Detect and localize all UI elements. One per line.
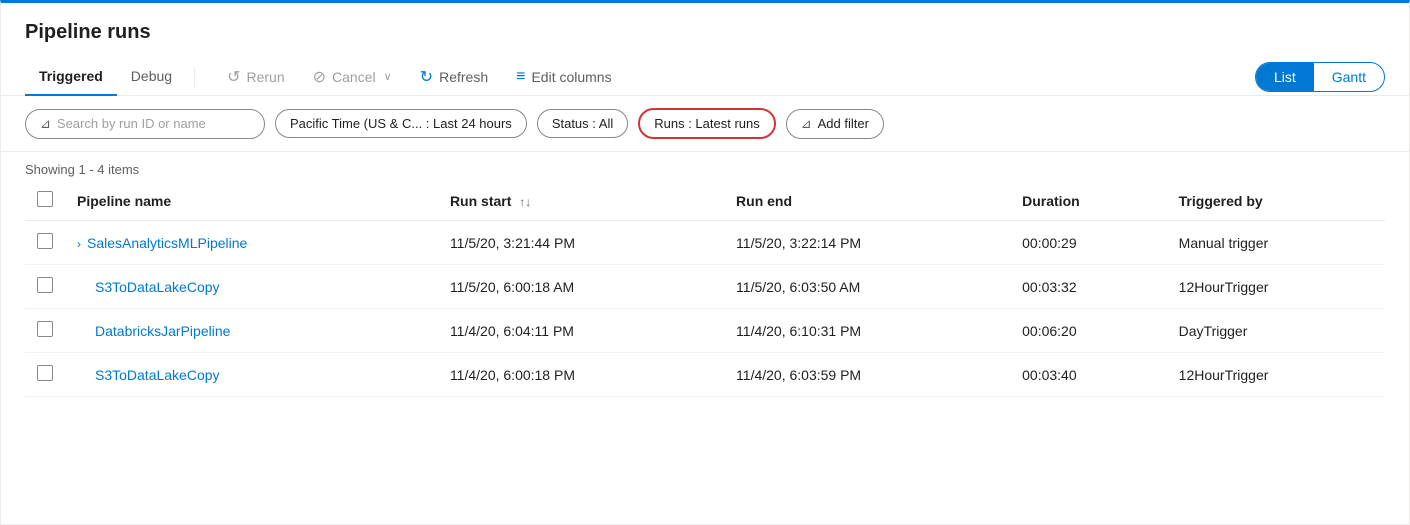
pipeline-name-link[interactable]: DatabricksJarPipeline xyxy=(95,323,230,339)
toolbar: Triggered Debug ↺ Rerun ⊘ Cancel ∨ ↻ Ref… xyxy=(1,58,1409,96)
tab-debug[interactable]: Debug xyxy=(117,58,186,96)
filter-bar: ⊿ Search by run ID or name Pacific Time … xyxy=(1,96,1409,152)
cell-run-end: 11/4/20, 6:10:31 PM xyxy=(724,309,1010,353)
page-container: Pipeline runs Triggered Debug ↺ Rerun ⊘ … xyxy=(0,0,1410,525)
rerun-icon: ↺ xyxy=(227,67,240,87)
header-run-start[interactable]: Run start ↑↓ xyxy=(438,181,724,221)
cell-pipeline-name: S3ToDataLakeCopy xyxy=(65,353,438,397)
rerun-button[interactable]: ↺ Rerun xyxy=(215,59,297,95)
expand-icon[interactable]: › xyxy=(77,237,81,251)
header-run-end: Run end xyxy=(724,181,1010,221)
header-checkbox-cell xyxy=(25,181,65,221)
cell-triggered-by: 12HourTrigger xyxy=(1167,265,1385,309)
pipeline-name-link[interactable]: S3ToDataLakeCopy xyxy=(95,367,220,383)
table-row: S3ToDataLakeCopy 11/4/20, 6:00:18 PM11/4/… xyxy=(25,353,1385,397)
pipeline-name-link[interactable]: S3ToDataLakeCopy xyxy=(95,279,220,295)
cell-run-start: 11/4/20, 6:04:11 PM xyxy=(438,309,724,353)
cell-run-end: 11/5/20, 6:03:50 AM xyxy=(724,265,1010,309)
page-title: Pipeline runs xyxy=(1,3,1409,58)
status-filter[interactable]: Status : All xyxy=(537,109,628,138)
tab-triggered[interactable]: Triggered xyxy=(25,58,117,96)
runs-filter[interactable]: Runs : Latest runs xyxy=(638,108,776,139)
search-filter-icon: ⊿ xyxy=(40,116,51,132)
cancel-button[interactable]: ⊘ Cancel ∨ xyxy=(301,59,404,95)
pipeline-name-link[interactable]: SalesAnalyticsMLPipeline xyxy=(87,235,247,251)
header-duration: Duration xyxy=(1010,181,1167,221)
header-checkbox[interactable] xyxy=(37,191,53,207)
cell-run-end: 11/4/20, 6:03:59 PM xyxy=(724,353,1010,397)
cell-pipeline-name: S3ToDataLakeCopy xyxy=(65,265,438,309)
search-filter[interactable]: ⊿ Search by run ID or name xyxy=(25,109,265,139)
toolbar-actions: ↺ Rerun ⊘ Cancel ∨ ↻ Refresh ≡ Edit colu… xyxy=(215,59,1385,95)
view-toggle: List Gantt xyxy=(1255,62,1385,92)
row-checkbox-cell xyxy=(25,221,65,265)
row-checkbox[interactable] xyxy=(37,365,53,381)
cancel-icon: ⊘ xyxy=(313,67,326,87)
cell-run-start: 11/4/20, 6:00:18 PM xyxy=(438,353,724,397)
table-header-row: Pipeline name Run start ↑↓ Run end Durat… xyxy=(25,181,1385,221)
header-pipeline-name: Pipeline name xyxy=(65,181,438,221)
cell-run-start: 11/5/20, 6:00:18 AM xyxy=(438,265,724,309)
cell-pipeline-name: › SalesAnalyticsMLPipeline xyxy=(65,221,438,265)
table-body: › SalesAnalyticsMLPipeline 11/5/20, 3:21:4… xyxy=(25,221,1385,397)
refresh-button[interactable]: ↻ Refresh xyxy=(408,59,500,95)
add-filter-icon: ⊿ xyxy=(801,116,812,132)
cell-run-end: 11/5/20, 3:22:14 PM xyxy=(724,221,1010,265)
chevron-down-icon: ∨ xyxy=(384,70,392,83)
edit-columns-icon: ≡ xyxy=(516,68,525,86)
row-checkbox[interactable] xyxy=(37,233,53,249)
row-checkbox-cell xyxy=(25,309,65,353)
row-checkbox-cell xyxy=(25,353,65,397)
tab-divider xyxy=(194,67,195,87)
edit-columns-button[interactable]: ≡ Edit columns xyxy=(504,60,624,94)
gantt-view-button[interactable]: Gantt xyxy=(1314,63,1384,91)
cell-pipeline-name: DatabricksJarPipeline xyxy=(65,309,438,353)
sort-icon: ↑↓ xyxy=(519,195,531,209)
refresh-icon: ↻ xyxy=(420,67,433,87)
showing-text: Showing 1 - 4 items xyxy=(1,152,1409,181)
pipeline-runs-table: Pipeline name Run start ↑↓ Run end Durat… xyxy=(25,181,1385,397)
cell-duration: 00:03:32 xyxy=(1010,265,1167,309)
cell-triggered-by: DayTrigger xyxy=(1167,309,1385,353)
table-row: S3ToDataLakeCopy 11/5/20, 6:00:18 AM11/5/… xyxy=(25,265,1385,309)
cell-triggered-by: 12HourTrigger xyxy=(1167,353,1385,397)
row-checkbox[interactable] xyxy=(37,277,53,293)
cell-duration: 00:03:40 xyxy=(1010,353,1167,397)
cell-duration: 00:00:29 xyxy=(1010,221,1167,265)
list-view-button[interactable]: List xyxy=(1256,63,1314,91)
row-checkbox-cell xyxy=(25,265,65,309)
row-checkbox[interactable] xyxy=(37,321,53,337)
cell-duration: 00:06:20 xyxy=(1010,309,1167,353)
cell-run-start: 11/5/20, 3:21:44 PM xyxy=(438,221,724,265)
time-filter[interactable]: Pacific Time (US & C... : Last 24 hours xyxy=(275,109,527,138)
table-container: Pipeline name Run start ↑↓ Run end Durat… xyxy=(1,181,1409,397)
add-filter-button[interactable]: ⊿ Add filter xyxy=(786,109,884,139)
table-row: DatabricksJarPipeline 11/4/20, 6:04:11 PM… xyxy=(25,309,1385,353)
header-triggered-by: Triggered by xyxy=(1167,181,1385,221)
table-row: › SalesAnalyticsMLPipeline 11/5/20, 3:21:4… xyxy=(25,221,1385,265)
cell-triggered-by: Manual trigger xyxy=(1167,221,1385,265)
